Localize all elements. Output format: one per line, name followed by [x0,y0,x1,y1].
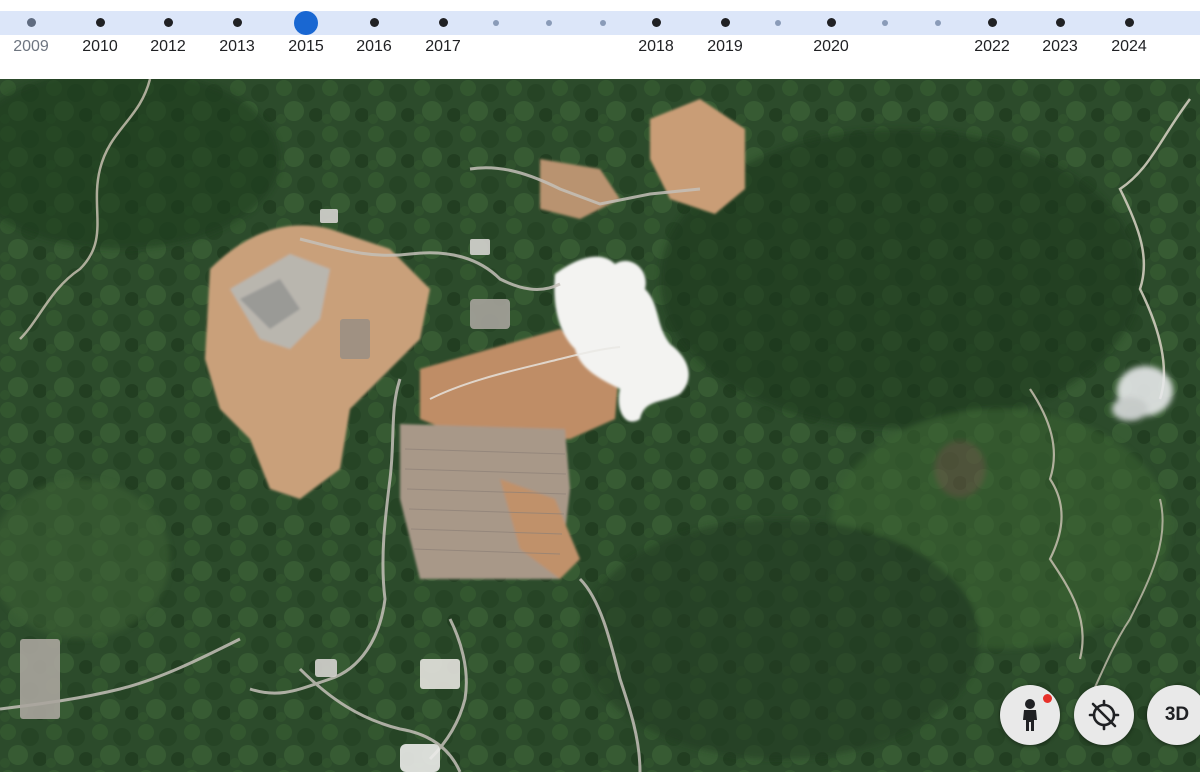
satellite-map-view[interactable] [0,79,1200,772]
timeline-marker-unlabeled[interactable] [775,19,781,26]
timeline-year-label-selected[interactable]: 2015 [271,38,341,56]
timeline-year-label[interactable]: 2024 [1094,38,1164,56]
timeline-year-label[interactable]: 2017 [408,38,478,56]
street-view-badge [1043,694,1052,703]
timeline-year-label[interactable]: 2012 [133,38,203,56]
timeline-marker-unlabeled[interactable] [600,19,606,26]
timeline-year-label[interactable]: 2022 [957,38,1027,56]
timeline-year-label[interactable]: 2019 [690,38,760,56]
timeline-year-label[interactable]: 2023 [1025,38,1095,56]
timeline-marker-2016[interactable] [369,18,379,27]
timeline-marker-2015-selected[interactable] [294,11,318,35]
timeline-marker-2012[interactable] [163,18,173,27]
timeline-marker-unlabeled[interactable] [493,19,499,26]
3d-toggle-button[interactable]: 3D [1147,685,1200,745]
timeline-year-label[interactable]: 2009 [0,38,66,56]
street-view-pegman-button[interactable] [1000,685,1060,745]
timeline-year-label[interactable]: 2016 [339,38,409,56]
satellite-imagery [0,79,1200,772]
timeline-year-label[interactable]: 2018 [621,38,691,56]
compass-button[interactable] [1074,685,1134,745]
timeline-marker-2010[interactable] [95,18,105,27]
timeline-marker-unlabeled[interactable] [882,19,888,26]
timeline-marker-2023[interactable] [1055,18,1065,27]
timeline-marker-2024[interactable] [1124,18,1134,27]
timeline-marker-2018[interactable] [651,18,661,27]
timeline-year-label[interactable]: 2020 [796,38,866,56]
timeline-marker-2013[interactable] [232,18,242,27]
pegman-icon [1023,699,1037,731]
timeline-marker-2020[interactable] [826,18,836,27]
timeline-year-label[interactable]: 2013 [202,38,272,56]
compass-off-icon [1088,699,1120,731]
timeline-marker-unlabeled[interactable] [546,19,552,26]
timeline-marker-2019[interactable] [720,18,730,27]
timeline-marker-2009[interactable] [26,18,36,27]
timeline-marker-2017[interactable] [438,18,448,27]
3d-toggle-label: 3D [1164,704,1190,725]
timeline-year-label[interactable]: 2010 [65,38,135,56]
timeline-marker-2022[interactable] [987,18,997,27]
imagery-date-timeline: 2009 2010 2012 2013 2015 2016 2017 2018 … [0,0,1200,79]
timeline-marker-unlabeled[interactable] [935,19,941,26]
